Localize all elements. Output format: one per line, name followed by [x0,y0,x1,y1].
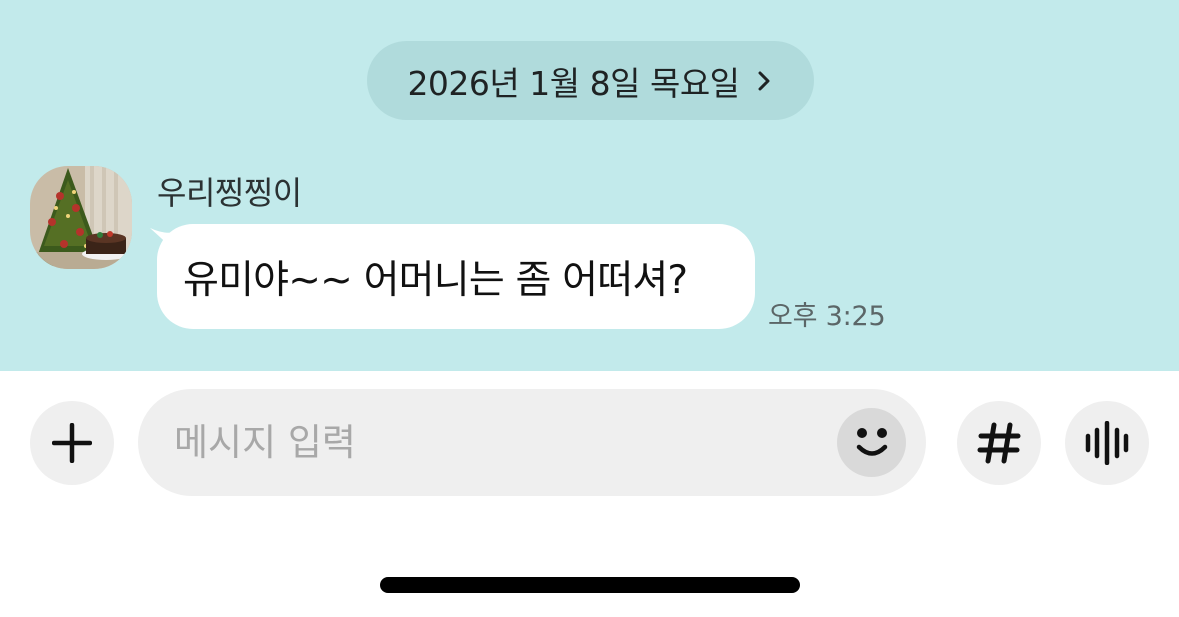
hashtag-button[interactable] [957,401,1041,485]
emoji-button[interactable] [837,408,906,477]
message-bubble[interactable]: 유미야~~ 어머니는 좀 어떠셔? [157,224,755,329]
message-input-box[interactable] [138,389,926,496]
voice-button[interactable] [1065,401,1149,485]
chat-area: 2026년 1월 8일 목요일 우리찡찡이 유미야~~ 어머니는 좀 어떠셔? … [0,0,1179,371]
date-header-label: 2026년 1월 8일 목요일 [407,63,740,103]
home-indicator [380,577,800,593]
sender-name: 우리찡찡이 [157,174,302,212]
chevron-right-icon [758,71,770,90]
smiley-icon [856,427,887,456]
voice-wave-icon [1085,421,1129,465]
message-input[interactable] [174,389,814,496]
message-text: 유미야~~ 어머니는 좀 어떠셔? [183,257,688,303]
message-time: 오후 3:25 [768,301,886,332]
hashtag-icon [977,422,1021,464]
avatar-photo [30,166,132,269]
plus-icon [52,423,92,463]
date-header-button[interactable]: 2026년 1월 8일 목요일 [367,41,814,120]
attach-button[interactable] [30,401,114,485]
sender-avatar[interactable] [30,166,132,269]
